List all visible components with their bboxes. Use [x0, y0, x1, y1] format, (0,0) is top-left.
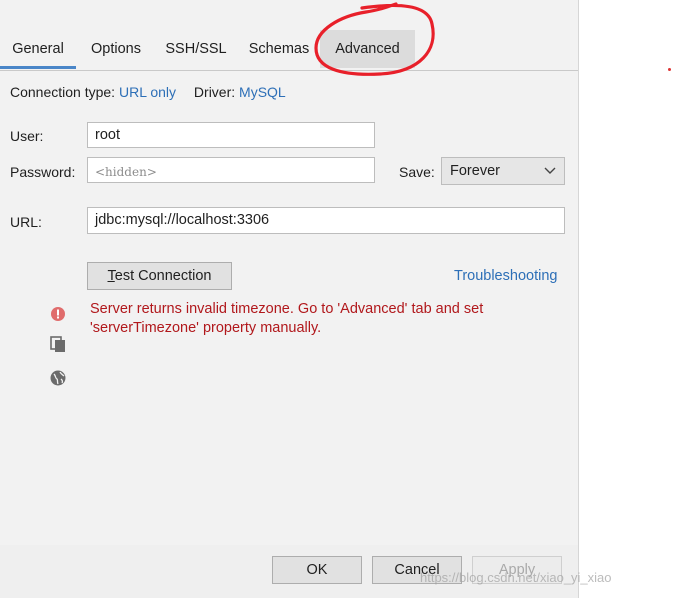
apply-button: Apply	[472, 556, 562, 584]
copy-icon[interactable]	[49, 335, 67, 353]
save-select-value: Forever	[450, 163, 500, 179]
driver-label: Driver:	[193, 84, 236, 100]
tab-advanced[interactable]: Advanced	[320, 30, 415, 68]
password-placeholder: <hidden>	[95, 165, 157, 179]
cancel-button[interactable]: Cancel	[372, 556, 462, 584]
test-connection-mnemonic: T	[107, 268, 115, 284]
save-label: Save:	[399, 164, 435, 180]
user-input[interactable]: root	[87, 122, 375, 148]
test-connection-label: est Connection	[114, 268, 212, 284]
connection-type-row: Connection type: URL only Driver: MySQL	[10, 84, 286, 100]
troubleshooting-link[interactable]: Troubleshooting	[454, 268, 557, 284]
test-connection-button[interactable]: Test Connection	[87, 262, 232, 290]
connection-type-label: Connection type:	[10, 84, 116, 100]
data-source-dialog: General Options SSH/SSL Schemas Advanced…	[0, 0, 579, 598]
tab-bar: General Options SSH/SSL Schemas Advanced	[0, 30, 578, 71]
error-circle-icon	[49, 305, 67, 323]
tab-options[interactable]: Options	[80, 30, 152, 68]
ok-button[interactable]: OK	[272, 556, 362, 584]
error-message: Server returns invalid timezone. Go to '…	[90, 301, 484, 336]
driver-link[interactable]: MySQL	[239, 84, 286, 100]
red-dot-mark	[668, 68, 671, 71]
url-label: URL:	[10, 214, 42, 230]
url-input[interactable]: jdbc:mysql://localhost:3306	[87, 207, 565, 234]
save-select[interactable]: Forever	[441, 157, 565, 185]
user-label: User:	[10, 128, 44, 144]
connection-type-link[interactable]: URL only	[119, 84, 176, 100]
tab-ssh-ssl[interactable]: SSH/SSL	[158, 30, 234, 68]
tab-general[interactable]: General	[0, 30, 76, 69]
password-label: Password:	[10, 164, 76, 180]
globe-icon[interactable]	[49, 369, 67, 387]
tab-schemas[interactable]: Schemas	[242, 30, 316, 68]
chevron-down-icon	[544, 158, 556, 193]
